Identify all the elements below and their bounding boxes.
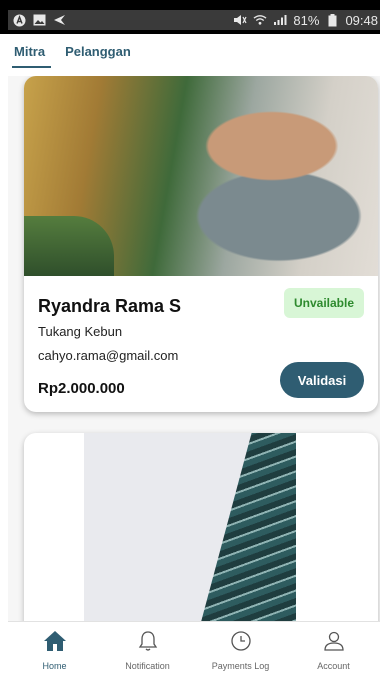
partner-card-body: Ryandra Rama S Tukang Kebun cahyo.rama@g… [24, 276, 378, 412]
wifi-icon [253, 13, 267, 27]
home-icon [43, 630, 67, 657]
validasi-button[interactable]: Validasi [280, 362, 364, 398]
nav-home-label: Home [42, 661, 67, 671]
bottom-navigation: Home Notification Payments Log Account [8, 621, 380, 678]
nav-notification[interactable]: Notification [101, 622, 194, 678]
plant-shape [24, 216, 114, 276]
nav-account[interactable]: Account [287, 622, 380, 678]
nav-home[interactable]: Home [8, 622, 101, 678]
status-time: 09:48 [345, 12, 378, 28]
signal-icon [273, 13, 287, 27]
status-left [8, 13, 66, 27]
tab-bar: Mitra Pelanggan [8, 34, 380, 76]
partner-email: cahyo.rama@gmail.com [38, 348, 179, 363]
partner-photo [24, 76, 378, 276]
status-bar-inner: 81% 09:48 [8, 10, 380, 30]
nav-account-label: Account [317, 661, 350, 671]
mute-icon [233, 13, 247, 27]
partner-price: Rp2.000.000 [38, 380, 125, 397]
status-right: 81% 09:48 [233, 13, 380, 28]
back-arrow-icon [52, 13, 66, 27]
battery-icon [325, 13, 339, 27]
image-icon [32, 13, 46, 27]
app-a-icon [12, 13, 26, 27]
status-bar: 81% 09:48 [0, 0, 380, 34]
status-badge: Unvailable [283, 288, 364, 318]
nav-notification-label: Notification [125, 661, 170, 671]
user-icon [323, 630, 345, 657]
tab-mitra[interactable]: Mitra [8, 34, 52, 68]
tab-pelanggan[interactable]: Pelanggan [59, 34, 137, 66]
battery-percent: 81% [293, 12, 320, 28]
partner-card[interactable] [24, 433, 378, 622]
partner-role: Tukang Kebun [38, 324, 123, 339]
partner-card[interactable]: Ryandra Rama S Tukang Kebun cahyo.rama@g… [24, 76, 378, 412]
nav-payments-log[interactable]: Payments Log [194, 622, 287, 678]
partner-photo [84, 433, 296, 622]
partner-name: Ryandra Rama S [38, 296, 182, 316]
bell-icon [137, 630, 159, 657]
nav-payments-log-label: Payments Log [211, 661, 270, 671]
clock-icon [230, 630, 252, 657]
app-frame: 81% 09:48 Mitra Pelanggan Ryandra Rama S… [0, 0, 380, 678]
partner-list[interactable]: Ryandra Rama S Tukang Kebun cahyo.rama@g… [8, 76, 380, 622]
building-shape [182, 433, 296, 622]
